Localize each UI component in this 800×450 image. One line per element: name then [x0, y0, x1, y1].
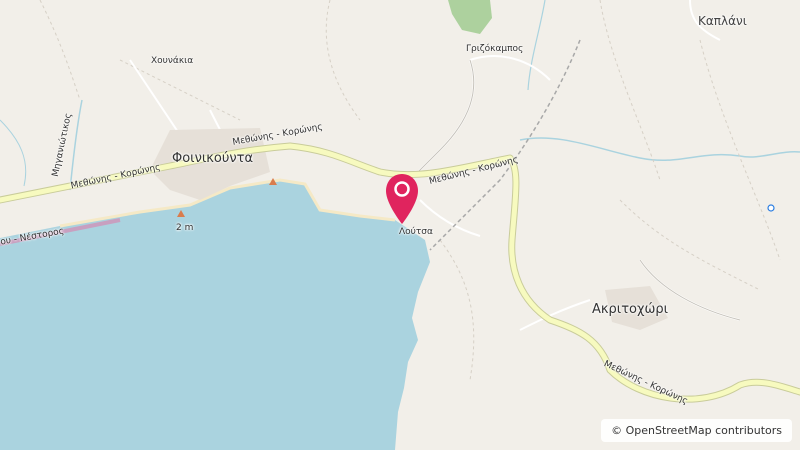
location-pin-icon[interactable] — [382, 172, 422, 226]
sea — [0, 180, 430, 450]
river — [0, 119, 27, 187]
map-viewport[interactable]: Καπλάνι Γριζόκαμπος Χουνάκια Φοινικούντα… — [0, 0, 800, 450]
place-label-chounakia: Χουνάκια — [151, 56, 194, 66]
forest-area — [448, 0, 492, 34]
railway — [429, 39, 581, 251]
map-attribution[interactable]: © OpenStreetMap contributors — [601, 419, 792, 442]
river — [519, 137, 800, 162]
place-label-kaplani: Καπλάνι — [698, 14, 747, 28]
river — [527, 0, 546, 91]
place-label-foinikounta: Φοινικούντα — [172, 151, 254, 166]
place-label-elevation: 2 m — [176, 223, 194, 233]
place-label-grizokampos: Γριζόκαμπος — [466, 44, 524, 54]
place-label-akritochori: Ακριτοχώρι — [592, 302, 669, 317]
place-label-loutsa: Λούτσα — [399, 227, 433, 237]
